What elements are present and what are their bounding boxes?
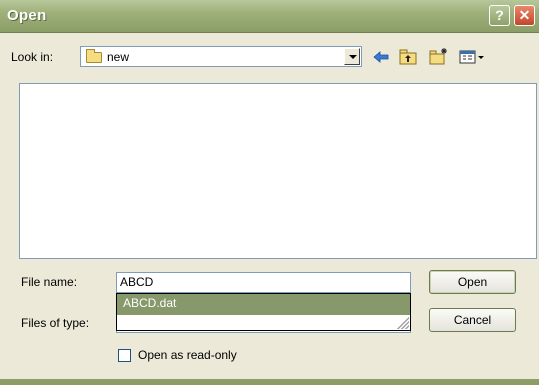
window-bottom-border bbox=[0, 379, 539, 385]
read-only-checkbox[interactable] bbox=[118, 349, 131, 362]
file-list[interactable] bbox=[19, 83, 537, 259]
files-of-type-label: Files of type: bbox=[21, 316, 90, 330]
look-in-label: Look in: bbox=[11, 50, 54, 64]
resize-grip-icon[interactable] bbox=[397, 317, 409, 329]
look-in-value: new bbox=[107, 50, 130, 64]
window-title: Open bbox=[7, 7, 47, 24]
file-name-input[interactable]: ABCD bbox=[116, 272, 411, 293]
cancel-button[interactable]: Cancel bbox=[429, 308, 516, 332]
title-bar[interactable]: Open ? ✕ bbox=[0, 0, 539, 33]
help-button[interactable]: ? bbox=[489, 5, 510, 26]
autocomplete-item[interactable]: ABCD.dat bbox=[117, 294, 410, 315]
new-folder-icon[interactable] bbox=[427, 46, 449, 68]
back-arrow-icon[interactable] bbox=[370, 46, 392, 68]
read-only-label[interactable]: Open as read-only bbox=[138, 348, 237, 362]
open-button[interactable]: Open bbox=[429, 270, 516, 294]
folder-icon bbox=[86, 49, 102, 63]
close-button[interactable]: ✕ bbox=[514, 5, 535, 26]
up-folder-icon[interactable] bbox=[397, 46, 419, 68]
look-in-dropdown[interactable]: new bbox=[80, 46, 362, 67]
file-name-label: File name: bbox=[21, 275, 78, 289]
chevron-down-icon[interactable] bbox=[344, 48, 360, 65]
autocomplete-dropdown[interactable]: ABCD.dat bbox=[116, 293, 411, 331]
view-menu-icon[interactable] bbox=[457, 46, 487, 68]
file-name-value: ABCD bbox=[120, 275, 154, 289]
